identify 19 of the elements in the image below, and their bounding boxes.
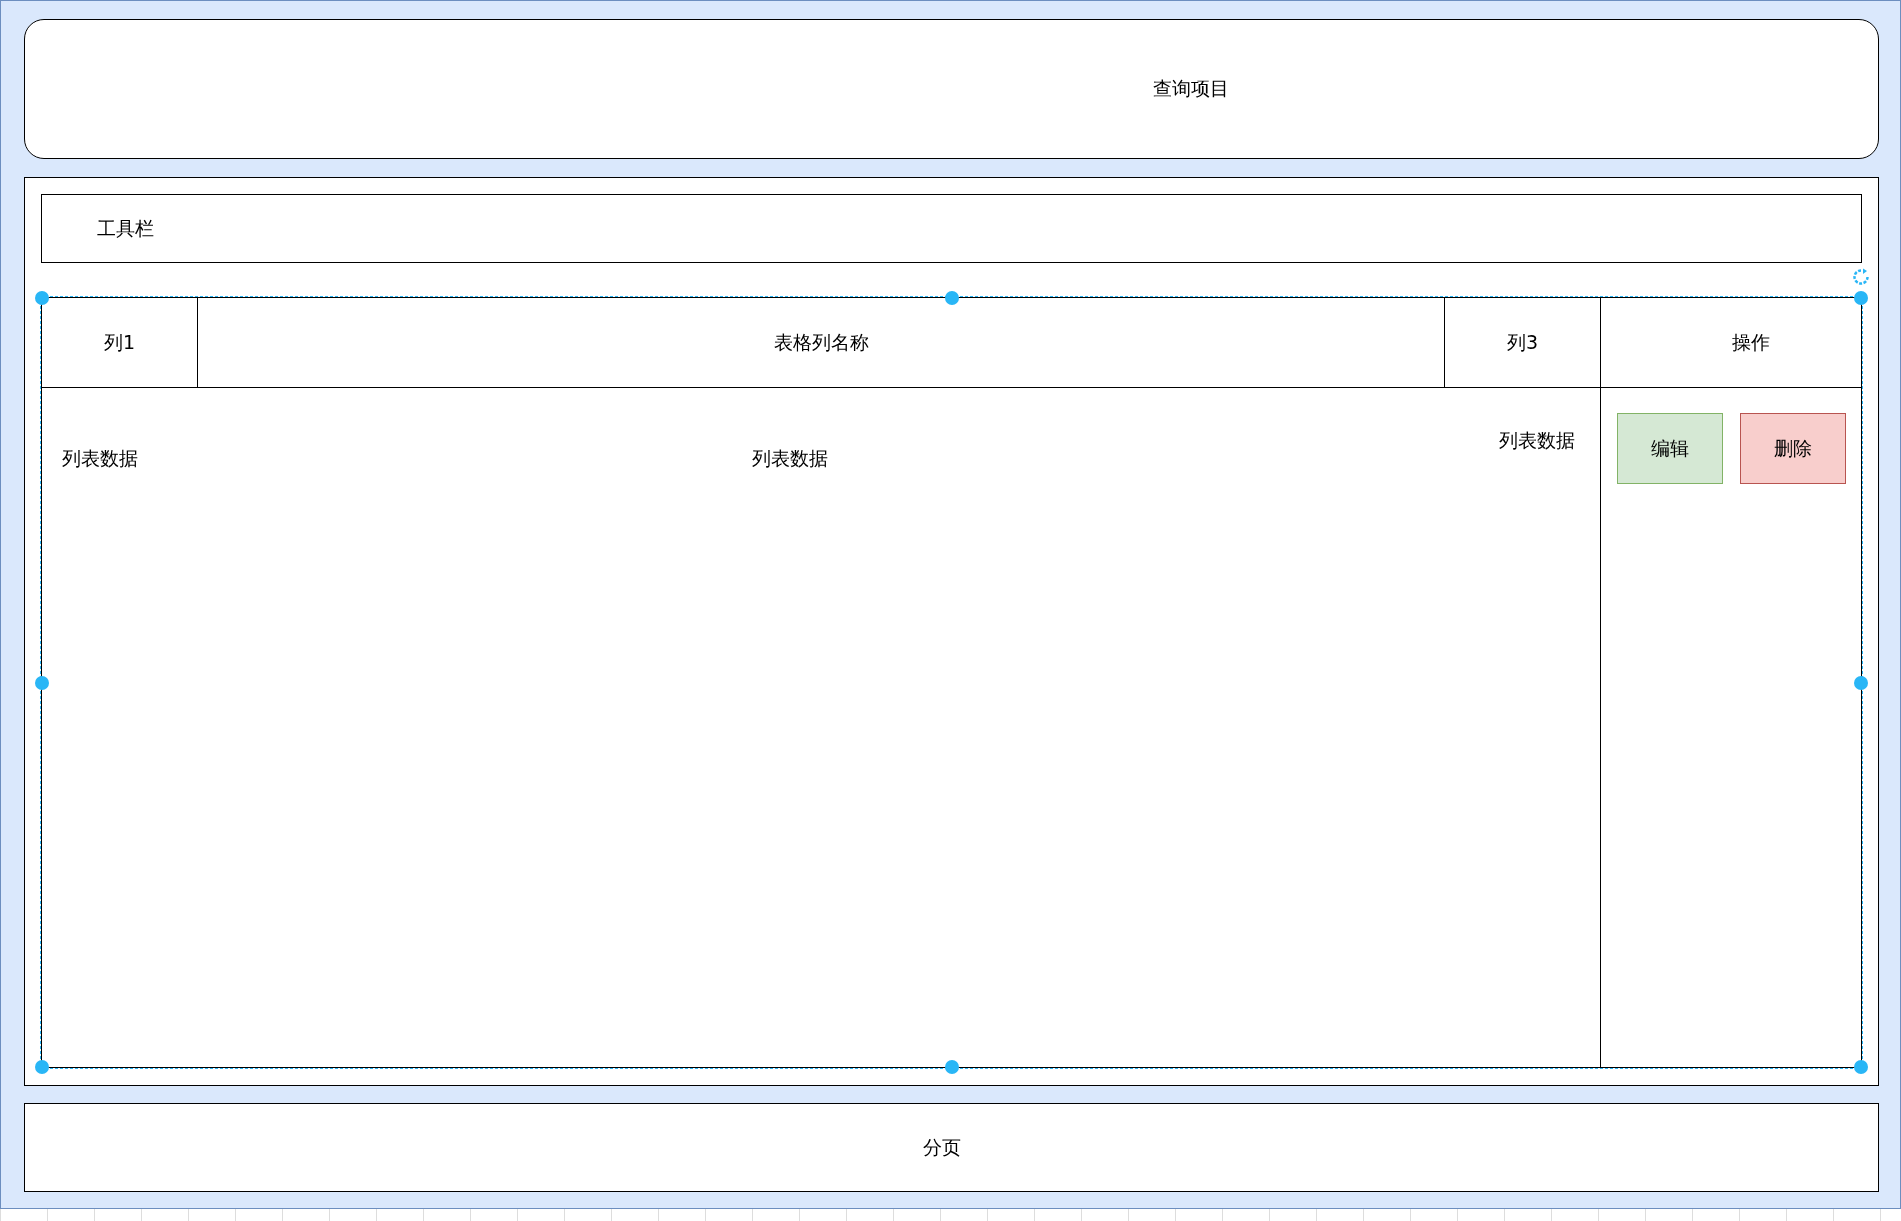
resize-handle[interactable] [35, 1060, 49, 1074]
query-area-label: 查询项目 [1153, 76, 1229, 101]
table-cell-text: 列表数据 [1499, 428, 1575, 453]
toolbar-label: 工具栏 [97, 215, 154, 241]
resize-handle[interactable] [1854, 291, 1868, 305]
resize-handle[interactable] [944, 291, 959, 305]
column-header: 列3 [1445, 298, 1601, 388]
pagination-label: 分页 [922, 1134, 961, 1160]
resize-handle[interactable] [35, 675, 49, 690]
delete-button[interactable]: 删除 [1740, 413, 1846, 484]
edit-button[interactable]: 编辑 [1617, 413, 1723, 484]
table-cell-text: 列表数据 [752, 446, 828, 471]
resize-handle[interactable] [944, 1060, 959, 1074]
table-cell-text: 列表数据 [62, 446, 138, 471]
column-header: 表格列名称 [198, 298, 1445, 388]
resize-handle[interactable] [1854, 1060, 1868, 1074]
resize-handle[interactable] [35, 291, 49, 305]
rotate-icon[interactable] [1852, 268, 1870, 286]
resize-handle[interactable] [1854, 675, 1868, 690]
